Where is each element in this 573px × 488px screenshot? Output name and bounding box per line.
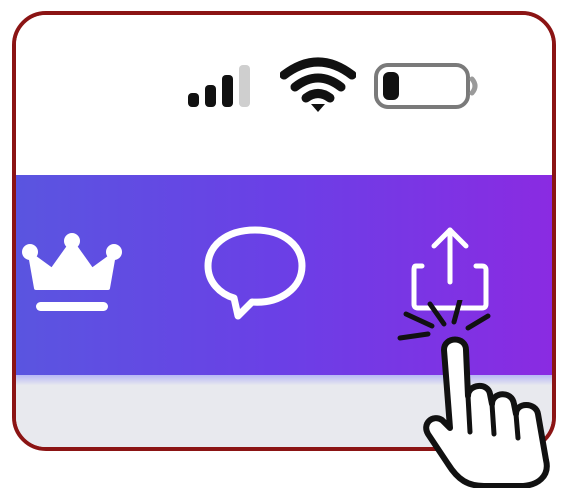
tap-hand-pointer-icon (397, 300, 550, 488)
wifi-icon (280, 57, 356, 112)
cellular-signal-icon (188, 65, 250, 107)
battery-icon (374, 63, 478, 109)
status-bar (16, 15, 552, 175)
crown-icon[interactable] (22, 232, 122, 316)
chat-bubble-icon[interactable] (200, 224, 310, 322)
screenshot-stage (0, 0, 573, 488)
